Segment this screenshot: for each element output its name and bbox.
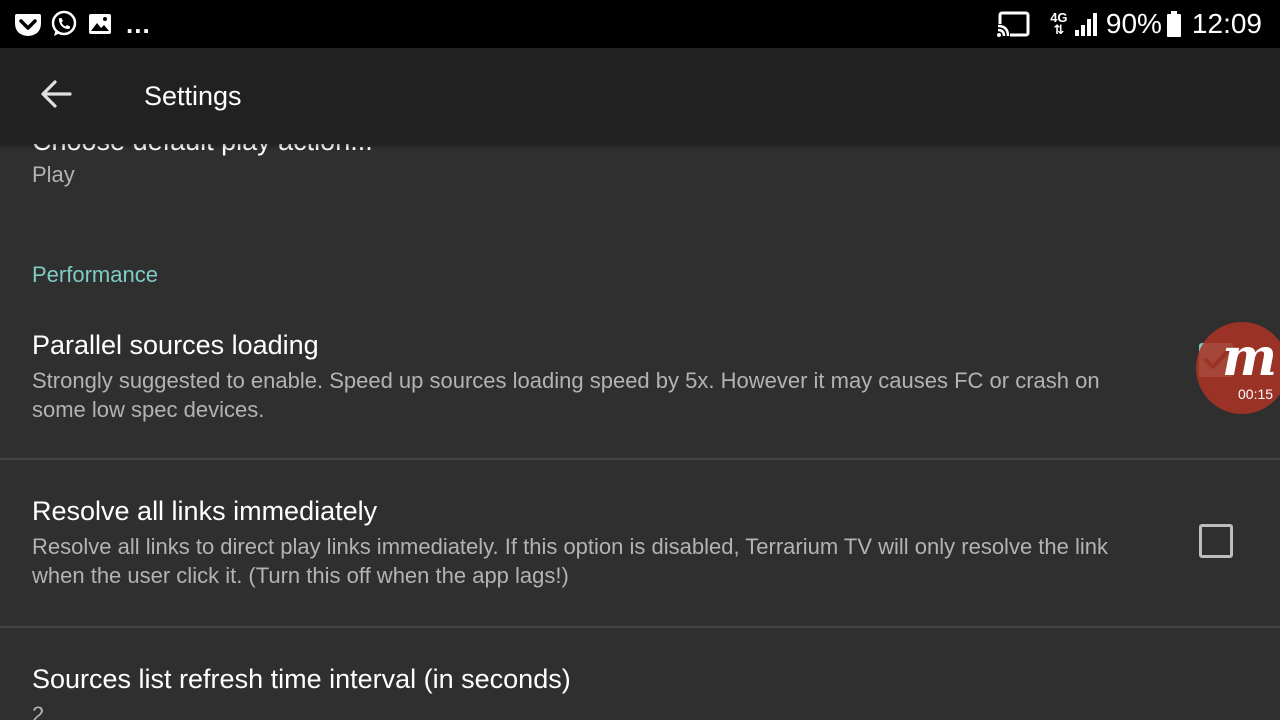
recorder-logo-icon: m [1222,327,1278,388]
pref-text: Resolve all links immediately Resolve al… [32,494,1152,590]
app-bar: Settings [0,48,1280,144]
signal-icon [1074,11,1100,37]
pref-title: Choose default play action... [32,144,373,158]
network-type: 4G ⇅ [1048,11,1070,37]
back-arrow-icon [38,76,74,117]
pocket-icon [14,10,42,38]
battery-icon [1166,10,1182,38]
screen-recorder-bubble[interactable]: m 00:15 [1196,322,1280,414]
status-bar: ... 4G ⇅ 90% 12:09 [0,0,1280,48]
page-title: Settings [144,81,242,111]
clock: 12:09 [1191,8,1262,39]
category-performance: Performance [32,262,158,287]
pref-summary: Strongly suggested to enable. Speed up s… [32,368,1100,422]
pref-resolve-links[interactable]: Resolve all links immediately Resolve al… [0,460,1280,626]
more-notifications: ... [126,9,151,39]
settings-list[interactable]: Choose default play action... Play Perfo… [0,144,1280,720]
pref-summary: Play [32,162,75,187]
gallery-icon [86,10,114,38]
pref-title: Sources list refresh time interval (in s… [32,664,571,694]
pref-title: Resolve all links immediately [32,496,378,526]
pref-parallel-sources-loading[interactable]: Parallel sources loading Strongly sugges… [0,304,1280,458]
battery-percent: 90% [1105,8,1162,39]
system-icons: 4G ⇅ 90% 12:09 [995,8,1262,40]
pref-default-play-action[interactable]: Choose default play action... Play [0,144,1280,224]
pref-summary: 2 [32,702,45,720]
pref-title: Parallel sources loading [32,330,319,360]
pref-text: Parallel sources loading Strongly sugges… [32,328,1152,424]
cast-icon [995,10,1030,38]
data-arrows-icon: ⇅ [1053,22,1065,37]
screen: ... 4G ⇅ 90% 12:09 Settings Play Perform… [0,0,1280,720]
resolve-links-checkbox[interactable] [1199,524,1233,558]
notification-icons: ... [14,10,151,38]
pref-summary: Resolve all links to direct play links i… [32,534,1108,588]
whatsapp-icon [50,10,78,38]
recording-timer: 00:15 [1238,386,1274,402]
pref-text: Sources list refresh time interval (in s… [32,662,1152,720]
back-button[interactable] [28,70,84,122]
pref-refresh-interval[interactable]: Sources list refresh time interval (in s… [0,628,1280,720]
